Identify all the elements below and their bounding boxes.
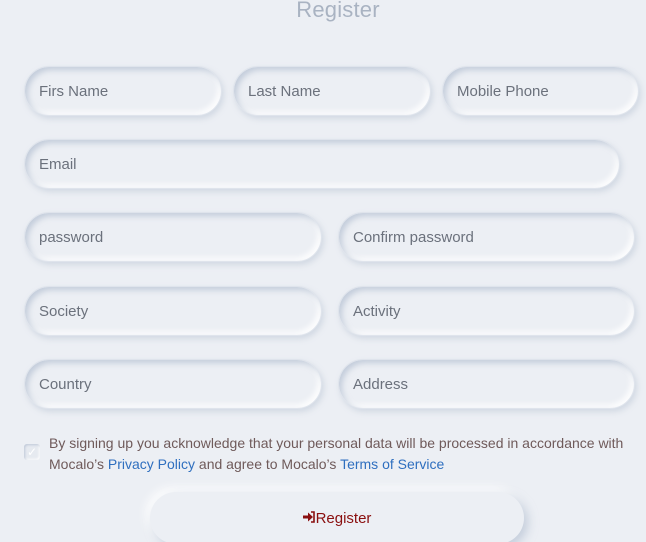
activity-field[interactable] <box>338 286 635 336</box>
confirm-password-field[interactable] <box>338 212 635 262</box>
privacy-policy-link[interactable]: Privacy Policy <box>108 456 195 472</box>
consent-text: By signing up you acknowledge that your … <box>49 433 639 474</box>
password-input[interactable] <box>25 213 321 261</box>
terms-of-service-link[interactable]: Terms of Service <box>340 456 444 472</box>
register-page: Register ✓ By signing up you acknowledge… <box>0 0 646 542</box>
page-title: Register <box>296 0 380 22</box>
email-input[interactable] <box>25 140 619 188</box>
sign-in-icon <box>302 510 315 526</box>
email-field[interactable] <box>24 139 620 189</box>
first-name-input[interactable] <box>25 67 221 115</box>
address-field[interactable] <box>338 359 635 409</box>
activity-input[interactable] <box>339 287 634 335</box>
address-input[interactable] <box>339 360 634 408</box>
mobile-phone-input[interactable] <box>443 67 638 115</box>
first-name-field[interactable] <box>24 66 222 116</box>
country-field[interactable] <box>24 359 322 409</box>
last-name-input[interactable] <box>234 67 430 115</box>
country-input[interactable] <box>25 360 321 408</box>
society-input[interactable] <box>25 287 321 335</box>
last-name-field[interactable] <box>233 66 431 116</box>
society-field[interactable] <box>24 286 322 336</box>
mobile-phone-field[interactable] <box>442 66 639 116</box>
register-button[interactable]: Register <box>150 492 524 542</box>
consent-text-middle: and agree to Mocalo’s <box>195 455 341 472</box>
consent-checkbox[interactable]: ✓ <box>24 444 40 460</box>
password-field[interactable] <box>24 212 322 262</box>
register-button-label: Register <box>315 509 372 527</box>
confirm-password-input[interactable] <box>339 213 634 261</box>
check-icon: ✓ <box>26 445 38 459</box>
